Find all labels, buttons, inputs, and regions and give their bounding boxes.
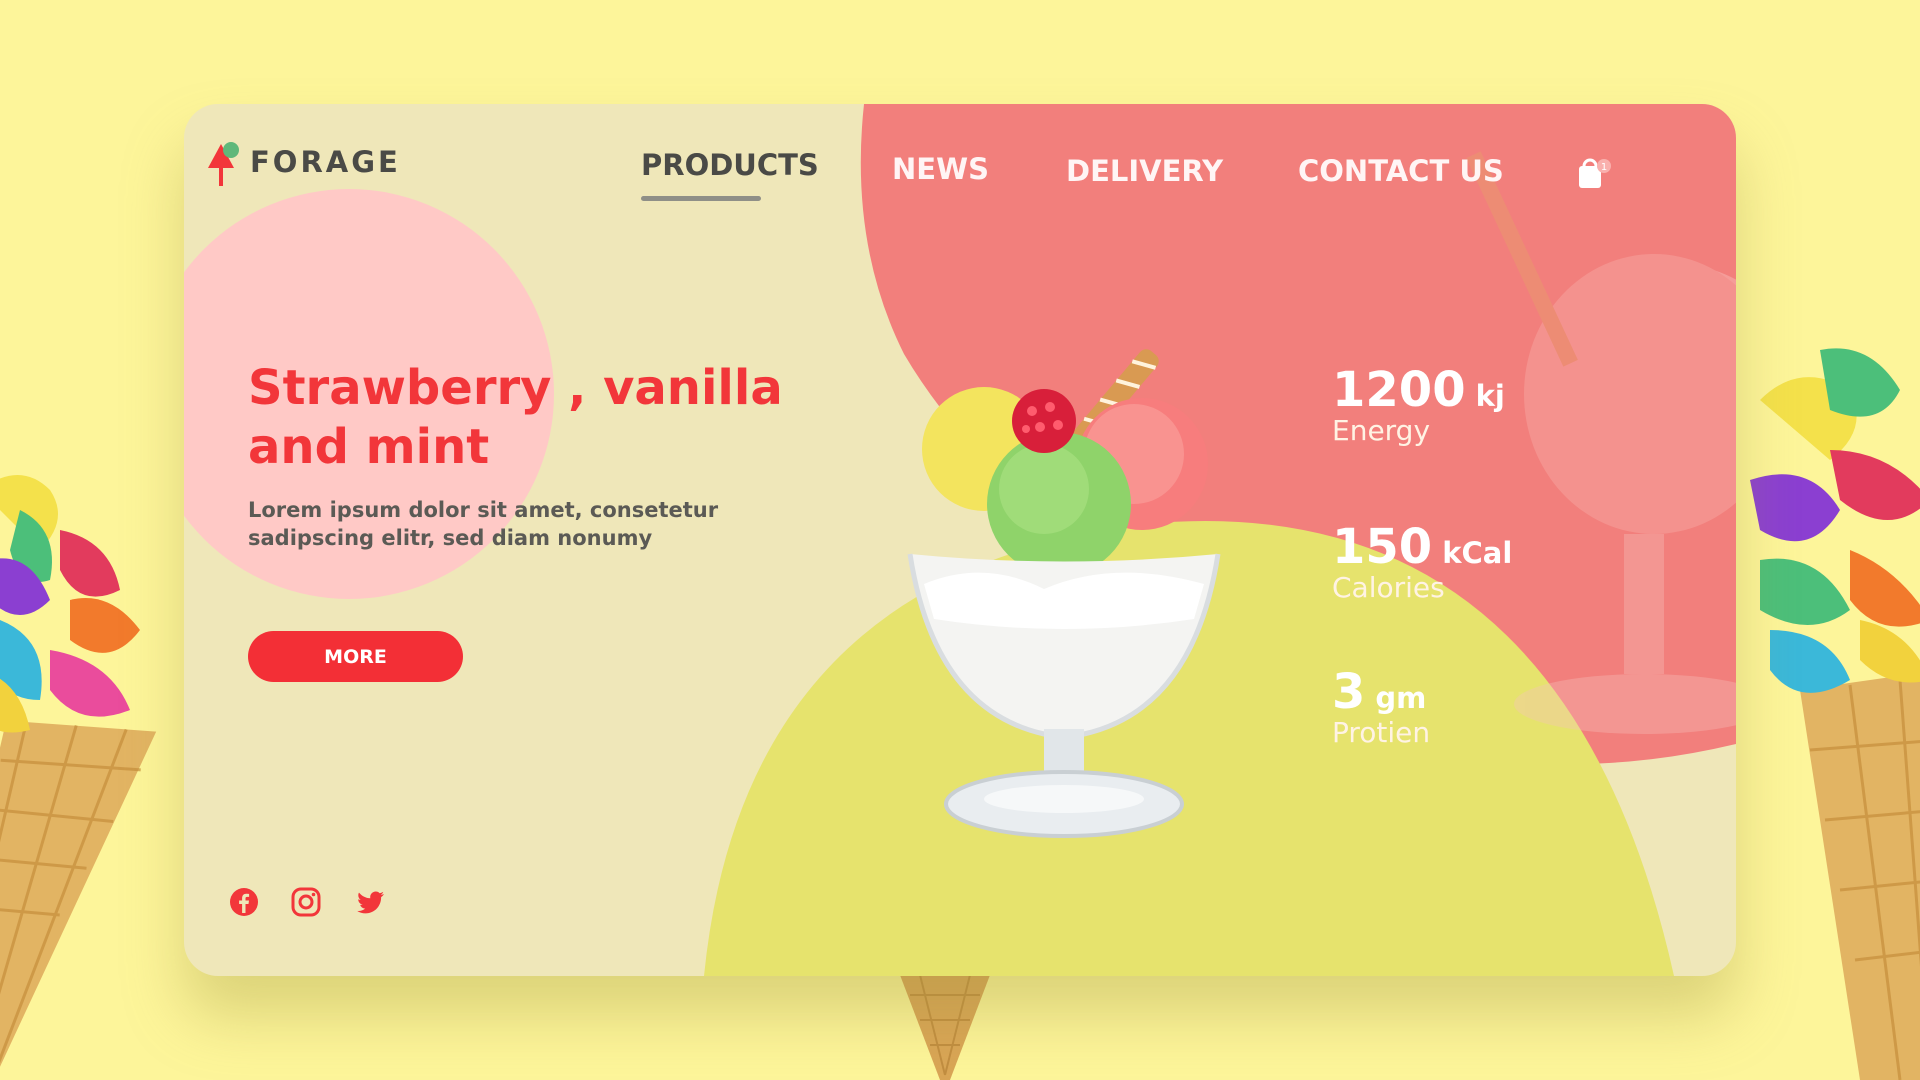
nav-item-news[interactable]: NEWS xyxy=(892,152,989,186)
tree-logo-icon xyxy=(208,142,239,186)
stat-value: 3 xyxy=(1332,664,1366,720)
active-nav-indicator xyxy=(641,196,761,201)
stat-protein: 3 gm Protien xyxy=(1332,664,1430,749)
nav-item-products[interactable]: PRODUCTS xyxy=(641,148,819,182)
stat-label: Calories xyxy=(1332,571,1445,604)
facebook-icon[interactable] xyxy=(228,886,260,918)
stat-label: Protien xyxy=(1332,716,1431,749)
product-title: Strawberry , vanilla and mint xyxy=(248,360,783,475)
stat-energy: 1200 kj Energy xyxy=(1332,362,1505,447)
shopping-bag-icon[interactable]: 1 xyxy=(1574,154,1614,194)
more-button[interactable]: MORE xyxy=(248,631,463,682)
ice-cream-sundae-image xyxy=(907,349,1221,838)
confetti-cone-left xyxy=(0,475,157,1073)
twitter-icon[interactable] xyxy=(354,886,386,918)
stat-unit: gm xyxy=(1375,681,1427,715)
instagram-icon[interactable] xyxy=(290,886,322,918)
stat-unit: kCal xyxy=(1442,536,1513,570)
stat-calories: 150 kCal Calories xyxy=(1332,519,1512,604)
product-description: Lorem ipsum dolor sit amet, consetetur s… xyxy=(248,498,719,550)
brand-name: FORAGE xyxy=(250,145,401,179)
stat-unit: kj xyxy=(1475,379,1505,413)
confetti-cone-right xyxy=(1750,348,1920,1080)
waffle-cone-bottom xyxy=(900,975,990,1080)
stat-label: Energy xyxy=(1332,414,1431,447)
cart-badge: 1 xyxy=(1601,162,1607,173)
nav-item-contact-us[interactable]: CONTACT US xyxy=(1298,154,1504,188)
nav-item-delivery[interactable]: DELIVERY xyxy=(1066,154,1223,188)
stat-value: 150 xyxy=(1332,519,1433,575)
stat-value: 1200 xyxy=(1332,362,1466,418)
brand-logo[interactable]: FORAGE xyxy=(208,138,401,186)
landing-card: FORAGE PRODUCTS NEWS DELIVERY CONTACT US… xyxy=(184,104,1736,976)
